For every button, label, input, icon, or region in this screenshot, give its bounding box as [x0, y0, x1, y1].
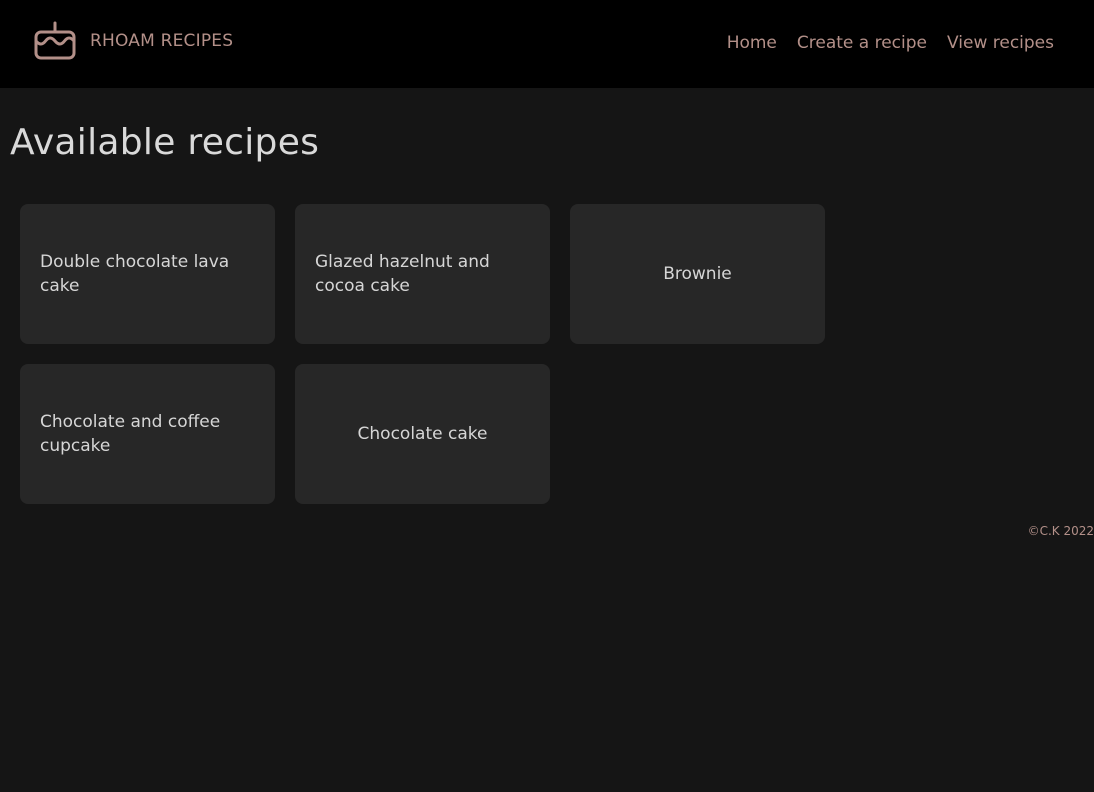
- recipe-card[interactable]: Chocolate cake: [295, 364, 550, 504]
- header: RHOAM RECIPES Home Create a recipe View …: [0, 0, 1094, 88]
- cake-icon: [34, 21, 76, 61]
- nav-create-recipe-link[interactable]: Create a recipe: [797, 33, 927, 53]
- page-title: Available recipes: [10, 122, 320, 163]
- main-nav: Home Create a recipe View recipes: [727, 33, 1054, 53]
- recipe-title: Glazed hazelnut and cocoa cake: [315, 252, 490, 296]
- footer-copyright: ©C.K 2022: [1027, 524, 1094, 538]
- brand-link[interactable]: RHOAM RECIPES: [34, 21, 233, 61]
- recipe-card[interactable]: Double chocolate lava cake: [20, 204, 275, 344]
- recipe-title: Chocolate and coffee cupcake: [40, 412, 221, 456]
- nav-home-link[interactable]: Home: [727, 33, 777, 53]
- recipe-card[interactable]: Chocolate and coffee cupcake: [20, 364, 275, 504]
- recipe-title: Double chocolate lava cake: [40, 252, 230, 296]
- brand-name: RHOAM RECIPES: [90, 31, 234, 51]
- recipe-card[interactable]: Glazed hazelnut and cocoa cake: [295, 204, 550, 344]
- recipe-card[interactable]: Brownie: [570, 204, 825, 344]
- recipe-grid: Double chocolate lava cake Glazed hazeln…: [20, 204, 825, 504]
- recipe-title: Chocolate cake: [357, 424, 488, 444]
- nav-view-recipes-link[interactable]: View recipes: [947, 33, 1054, 53]
- recipe-title: Brownie: [663, 264, 732, 284]
